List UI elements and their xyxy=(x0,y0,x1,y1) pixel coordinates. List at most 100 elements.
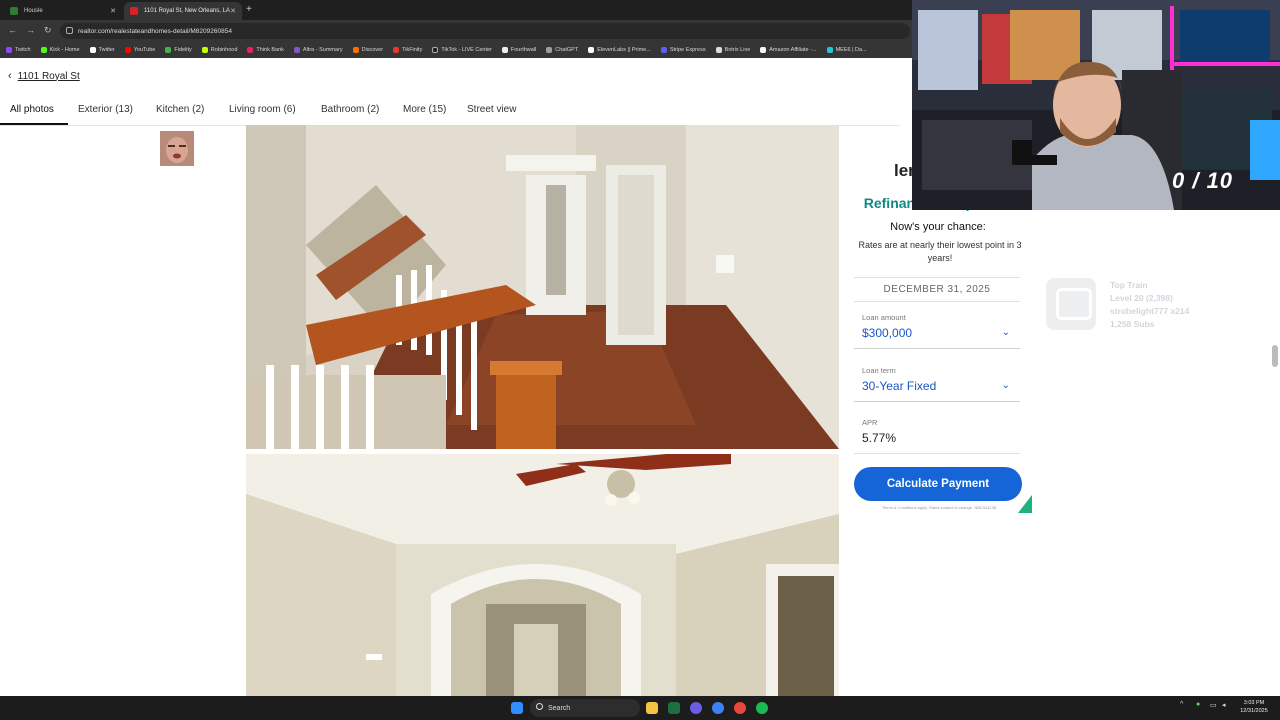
new-tab-icon[interactable]: + xyxy=(246,4,252,15)
app-icon[interactable] xyxy=(690,702,702,714)
chatgpt-icon xyxy=(546,47,553,53)
scrollbar-thumb[interactable] xyxy=(1272,345,1278,367)
bookmark-item[interactable]: Altra - Summary xyxy=(293,47,343,53)
tab-living-room[interactable]: Living room (6) xyxy=(229,104,296,115)
browser-tab-realtor[interactable]: 1101 Royal St, New Orleans, LA ✕ xyxy=(124,2,242,20)
tab-bathroom[interactable]: Bathroom (2) xyxy=(321,104,379,115)
bookmark-item[interactable]: YouTube xyxy=(124,47,155,53)
bookmark-item[interactable]: TikTok - LIVE Center xyxy=(432,47,492,53)
reload-icon[interactable]: ↻ xyxy=(44,25,52,36)
tab-title: 1101 Royal St, New Orleans, LA xyxy=(144,8,230,14)
bookmark-item[interactable]: Kick - Home xyxy=(40,47,80,53)
elevenlabs-icon xyxy=(588,47,595,53)
clock-date: 12/31/2025 xyxy=(1240,708,1268,714)
top-train-subs: 1,258 Subs xyxy=(1110,319,1155,329)
loan-amount-value: $300,000 xyxy=(862,326,913,340)
twitch-icon xyxy=(6,47,12,53)
listing-photo-living-room[interactable] xyxy=(246,454,839,696)
taskbar-search-box[interactable]: Search xyxy=(530,699,640,717)
url-text: realtor.com/realestateandhomes-detail/M8… xyxy=(78,27,232,35)
ad-choices-icon[interactable] xyxy=(1018,495,1032,513)
network-icon[interactable]: ▭ xyxy=(1210,701,1217,709)
top-train-title: Top Train xyxy=(1110,280,1148,290)
loan-term-label: Loan term xyxy=(862,366,896,375)
bookmark-item[interactable]: Stripe Express xyxy=(660,47,706,53)
bookmark-item[interactable]: Fidelity xyxy=(165,47,192,53)
bookmark-item[interactable]: Amazon Affiliate -... xyxy=(760,47,817,53)
bookmark-item[interactable]: Fourthwall xyxy=(501,47,536,53)
fidelity-icon xyxy=(165,47,172,53)
amazon-icon xyxy=(760,47,767,53)
tiktok-icon xyxy=(432,47,439,53)
browser-tab-housle[interactable]: Housle ✕ xyxy=(4,2,122,20)
forward-arrow-icon[interactable]: → xyxy=(26,25,35,35)
photo-category-tabs: All photos Exterior (13) Kitchen (2) Liv… xyxy=(0,94,900,126)
chrome-icon[interactable] xyxy=(734,702,746,714)
windows-start-icon[interactable] xyxy=(511,702,523,714)
apr-field: APR 5.77% xyxy=(854,418,1020,454)
system-clock[interactable]: 3:03 PM 12/31/2025 xyxy=(1232,699,1276,715)
clock-time: 3:03 PM xyxy=(1243,700,1265,706)
train-icon xyxy=(1046,278,1096,330)
top-train-widget: Top Train Level 20 (2,398) strobelight77… xyxy=(1046,278,1266,338)
botrix-icon xyxy=(715,47,722,53)
discover-icon xyxy=(352,47,359,53)
taskbar-search-label: Search xyxy=(548,704,571,712)
kick-icon xyxy=(40,47,47,53)
chevron-up-icon[interactable]: ^ xyxy=(1180,701,1183,708)
ad-terms: Terms & Conditions apply. Rates subject … xyxy=(881,505,997,510)
robinhood-icon xyxy=(201,47,208,53)
bookmark-item[interactable]: ChatGPT xyxy=(546,47,578,53)
bookmark-item[interactable]: MEE6 | Da... xyxy=(826,47,867,53)
bookmark-item[interactable]: TikFinity xyxy=(393,47,422,53)
x-icon xyxy=(89,47,96,53)
bookmark-item[interactable]: ElevenLabs || Prime... xyxy=(588,47,651,53)
chevron-down-icon: ⌄ xyxy=(1001,380,1010,391)
volume-icon[interactable]: ◂ xyxy=(1222,701,1226,709)
youtube-icon xyxy=(124,47,131,53)
bookmark-item[interactable]: Twitch xyxy=(6,47,31,53)
listing-address: 1101 Royal St xyxy=(17,70,80,82)
windows-taskbar: Search ^ ● ▭ ◂ 3:03 PM 12/31/2025 xyxy=(0,696,1280,720)
bookmark-item[interactable]: Botrix Live xyxy=(715,47,750,53)
loan-term-select[interactable]: Loan term 30-Year Fixed ⌄ xyxy=(854,366,1020,402)
tab-more[interactable]: More (15) xyxy=(403,104,446,115)
close-tab-icon[interactable]: ✕ xyxy=(110,7,116,15)
webcam-overlay: 0 / 10 xyxy=(912,0,1280,210)
site-info-icon[interactable] xyxy=(66,27,73,34)
back-to-listing-link[interactable]: ‹ 1101 Royal St xyxy=(8,70,80,82)
bookmark-item[interactable]: Think Bank xyxy=(247,47,284,53)
altra-icon xyxy=(293,47,300,53)
tikfinity-icon xyxy=(393,47,400,53)
back-arrow-icon[interactable]: ← xyxy=(8,25,17,35)
search-icon xyxy=(536,703,543,710)
listing-photo-staircase[interactable] xyxy=(246,125,839,449)
fourthwall-icon xyxy=(501,47,508,53)
loan-amount-label: Loan amount xyxy=(862,313,906,322)
tab-all-photos[interactable]: All photos xyxy=(10,104,54,115)
spotify-icon[interactable] xyxy=(756,702,768,714)
file-explorer-icon[interactable] xyxy=(646,702,658,714)
excel-icon[interactable] xyxy=(668,702,680,714)
loan-amount-select[interactable]: Loan amount $300,000 ⌄ xyxy=(854,313,1020,349)
apr-label: APR xyxy=(862,418,878,427)
tab-title: Housle xyxy=(24,8,43,14)
ad-rates-text: Rates are at nearly their lowest point i… xyxy=(858,240,1022,263)
agent-avatar[interactable] xyxy=(160,131,194,166)
url-input[interactable]: realtor.com/realestateandhomes-detail/M8… xyxy=(60,23,910,39)
chevron-down-icon: ⌄ xyxy=(1001,327,1010,338)
bookmark-item[interactable]: Twitter xyxy=(89,47,115,53)
tab-exterior[interactable]: Exterior (13) xyxy=(78,104,133,115)
tab-street-view[interactable]: Street view xyxy=(467,104,516,115)
close-tab-icon[interactable]: ✕ xyxy=(230,7,236,15)
bookmark-item[interactable]: Discover xyxy=(352,47,383,53)
microphone-icon[interactable]: ● xyxy=(1196,701,1200,708)
tab-kitchen[interactable]: Kitchen (2) xyxy=(156,104,204,115)
site-favicon-icon xyxy=(10,7,18,15)
messenger-icon[interactable] xyxy=(712,702,724,714)
calculate-payment-button[interactable]: Calculate Payment xyxy=(854,467,1022,501)
loan-term-value: 30-Year Fixed xyxy=(862,379,937,393)
stream-counter: 0 / 10 xyxy=(1172,168,1234,193)
bookmark-item[interactable]: Robinhood xyxy=(201,47,237,53)
chevron-left-icon: ‹ xyxy=(8,70,12,82)
